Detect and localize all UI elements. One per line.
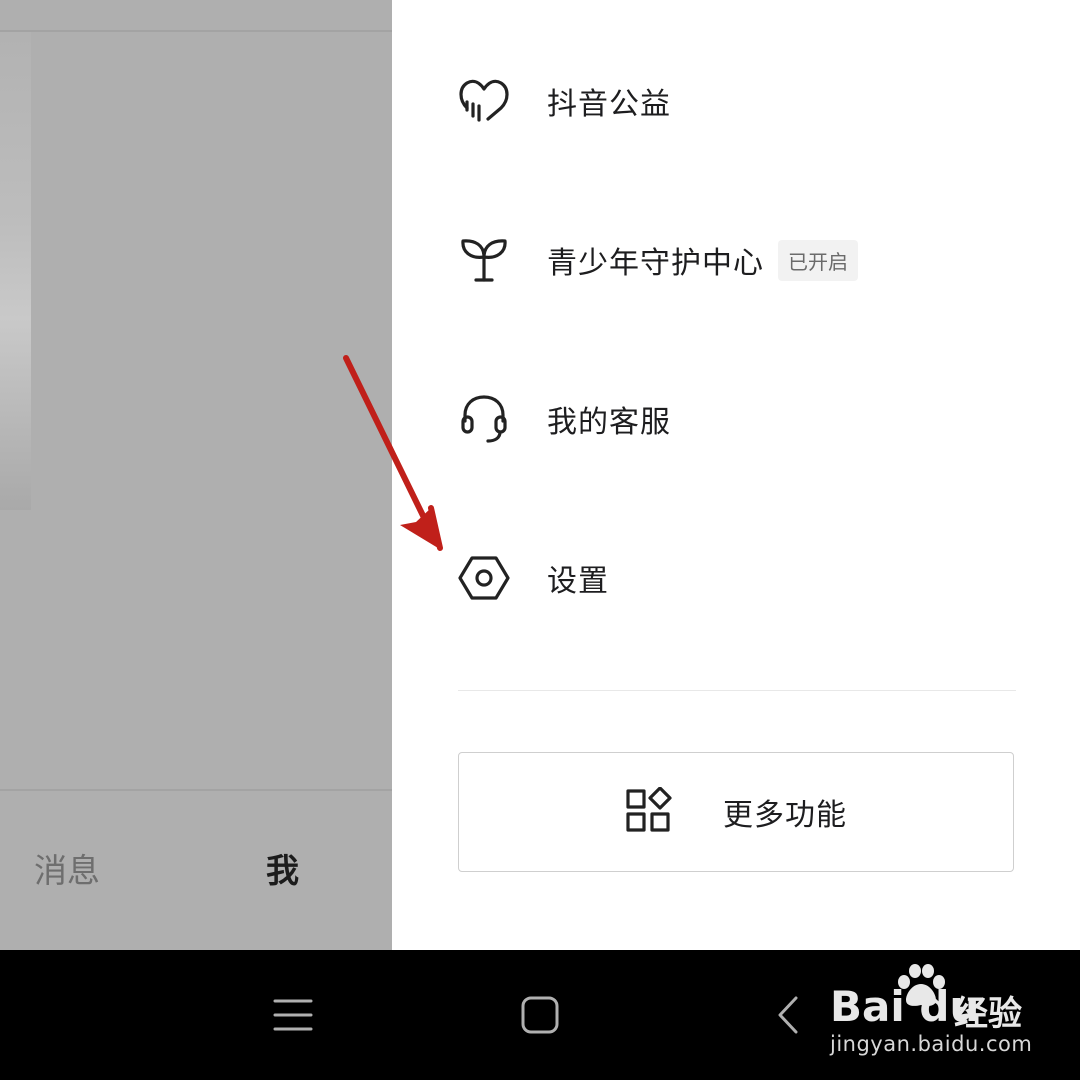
section-divider <box>458 690 1016 691</box>
more-features-label: 更多功能 <box>723 798 847 833</box>
annotation-arrow-icon <box>343 355 443 551</box>
menu-item-youth-protection[interactable]: 青少年守护中心 已开启 <box>456 220 1016 300</box>
more-features-button[interactable]: 更多功能 <box>458 752 1014 872</box>
menu-icon[interactable] <box>272 990 314 1040</box>
menu-label-charity: 抖音公益 <box>547 87 671 122</box>
side-drawer: 抖音公益 青少年守护中心 已开启 我的客服 设置 更多功能 <box>392 0 1080 950</box>
menu-item-customer-service[interactable]: 我的客服 <box>456 379 1016 459</box>
status-badge: 已开启 <box>778 239 858 281</box>
charity-heart-icon <box>456 73 512 129</box>
menu-label-settings: 设置 <box>547 564 609 599</box>
menu-item-settings[interactable]: 设置 <box>456 538 1016 618</box>
menu-label-youth-protection: 青少年守护中心 <box>547 246 764 281</box>
headset-icon <box>456 391 512 447</box>
grid-apps-icon <box>625 786 675 837</box>
watermark-product: 经验 <box>954 994 1022 1034</box>
tabbar-divider <box>0 789 392 791</box>
settings-hexagon-icon <box>456 550 512 606</box>
divider-line <box>0 30 392 32</box>
tab-messages[interactable]: 消息 <box>34 848 100 894</box>
watermark-url: jingyan.baidu.com <box>830 1032 1033 1056</box>
back-chevron-icon[interactable] <box>770 990 806 1040</box>
sprout-icon <box>456 232 512 288</box>
menu-item-charity[interactable]: 抖音公益 <box>456 61 1016 141</box>
home-square-icon[interactable] <box>518 990 562 1040</box>
baidu-watermark: Bai du 经验 jingyan.baidu.com <box>826 962 1036 1062</box>
menu-label-customer-service: 我的客服 <box>547 405 671 440</box>
profile-photo-edge <box>0 32 31 510</box>
tab-me[interactable]: 我 <box>266 848 299 894</box>
